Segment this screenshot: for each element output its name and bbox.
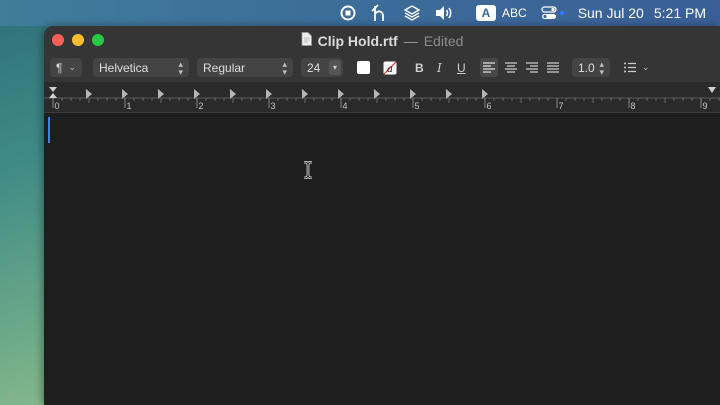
ruler-label: 9 (703, 101, 708, 111)
menu-bar: A ABC Sun Jul 20 5:21 PM (0, 0, 720, 26)
input-source-menu[interactable]: A ABC (476, 5, 527, 21)
ruler-label: 8 (631, 101, 636, 111)
ruler-label: 5 (415, 101, 420, 111)
align-center-icon (505, 62, 517, 73)
text-insertion-caret (48, 117, 50, 143)
document-icon[interactable] (301, 32, 312, 49)
ruler-label: 7 (559, 101, 564, 111)
title-separator: — (403, 32, 418, 49)
edited-status[interactable]: Edited (424, 33, 464, 49)
document-name[interactable]: Clip Hold.rtf (318, 33, 398, 49)
ruler-label: 2 (199, 101, 204, 111)
ruler[interactable]: 0 1 2 3 4 5 6 7 8 9 (44, 82, 720, 113)
menubar-time[interactable]: 5:21 PM (654, 5, 706, 21)
font-size-value: 24 (307, 60, 321, 75)
window-title: Clip Hold.rtf — Edited (44, 32, 720, 49)
layers-icon[interactable] (404, 5, 420, 21)
line-spacing-popup[interactable]: 1.0 ▴ ▾ (572, 58, 610, 77)
align-center-button[interactable] (505, 58, 517, 77)
list-bullets-icon (624, 62, 636, 73)
font-family-popup[interactable]: Helvetica ▴ ▾ (93, 58, 189, 77)
updown-chevron-icon: ▴ ▾ (178, 58, 183, 77)
ruler-label: 6 (487, 101, 492, 111)
ruler-label: 3 (271, 101, 276, 111)
italic-button[interactable]: I (437, 58, 442, 77)
text-editor[interactable] (44, 113, 720, 405)
chevron-down-icon: ⌄ (642, 62, 650, 72)
record-icon[interactable] (340, 5, 356, 21)
right-margin-marker (708, 87, 716, 93)
ruler-scale[interactable]: 0 1 2 3 4 5 6 7 8 9 (44, 82, 720, 112)
ruler-label: 4 (343, 101, 348, 111)
paragraph-style-popup[interactable]: ¶ ⌄ (50, 58, 82, 77)
font-size-combo[interactable]: 24 ▾ (301, 58, 343, 77)
control-center-icon[interactable] (541, 5, 564, 21)
updown-chevron-icon: ▴ ▾ (599, 58, 604, 77)
chevron-down-icon: ⌄ (68, 62, 76, 72)
underline-button[interactable]: U (457, 58, 466, 77)
line-spacing-value: 1.0 (578, 60, 595, 75)
left-indent-marker (49, 93, 57, 98)
ruler-label: 1 (127, 101, 132, 111)
menubar-date[interactable]: Sun Jul 20 (578, 5, 644, 21)
updown-chevron-icon: ▴ ▾ (282, 58, 287, 77)
format-toolbar: ¶ ⌄ Helvetica ▴▾ Regular ▴▾ 24 ▾ a B I (44, 56, 720, 80)
chevron-down-icon[interactable]: ▾ (329, 60, 341, 75)
volume-icon[interactable] (434, 5, 454, 21)
highlight-color-well[interactable]: a (383, 58, 397, 77)
input-source-label: ABC (502, 6, 527, 20)
justify-button[interactable] (547, 58, 559, 77)
align-left-button[interactable] (480, 58, 498, 77)
font-style-value: Regular (203, 60, 246, 75)
ruler-label: 0 (55, 101, 60, 111)
input-source-icon: A (476, 5, 496, 21)
justify-icon (547, 62, 559, 73)
ibeam-cursor-icon (303, 160, 313, 184)
paragraph-icon: ¶ (56, 60, 63, 75)
h-app-icon[interactable] (370, 3, 390, 23)
font-family-value: Helvetica (99, 60, 149, 75)
bold-button[interactable]: B (415, 58, 424, 77)
font-style-popup[interactable]: Regular ▴ ▾ (197, 58, 293, 77)
align-left-icon (483, 62, 495, 73)
textedit-window: Clip Hold.rtf — Edited ¶ ⌄ Helvetica ▴ ▾ … (44, 26, 720, 405)
indicator-dot (559, 11, 564, 15)
align-right-icon (526, 62, 538, 73)
text-color-well[interactable] (357, 58, 370, 77)
text-color-swatch (357, 61, 370, 74)
list-popup[interactable]: ⌄ (624, 58, 650, 77)
first-line-indent-marker (49, 87, 57, 92)
svg-text:a: a (387, 64, 393, 75)
title-bar: Clip Hold.rtf — Edited ¶ ⌄ Helvetica ▴ ▾ … (44, 26, 720, 82)
align-right-button[interactable] (526, 58, 538, 77)
